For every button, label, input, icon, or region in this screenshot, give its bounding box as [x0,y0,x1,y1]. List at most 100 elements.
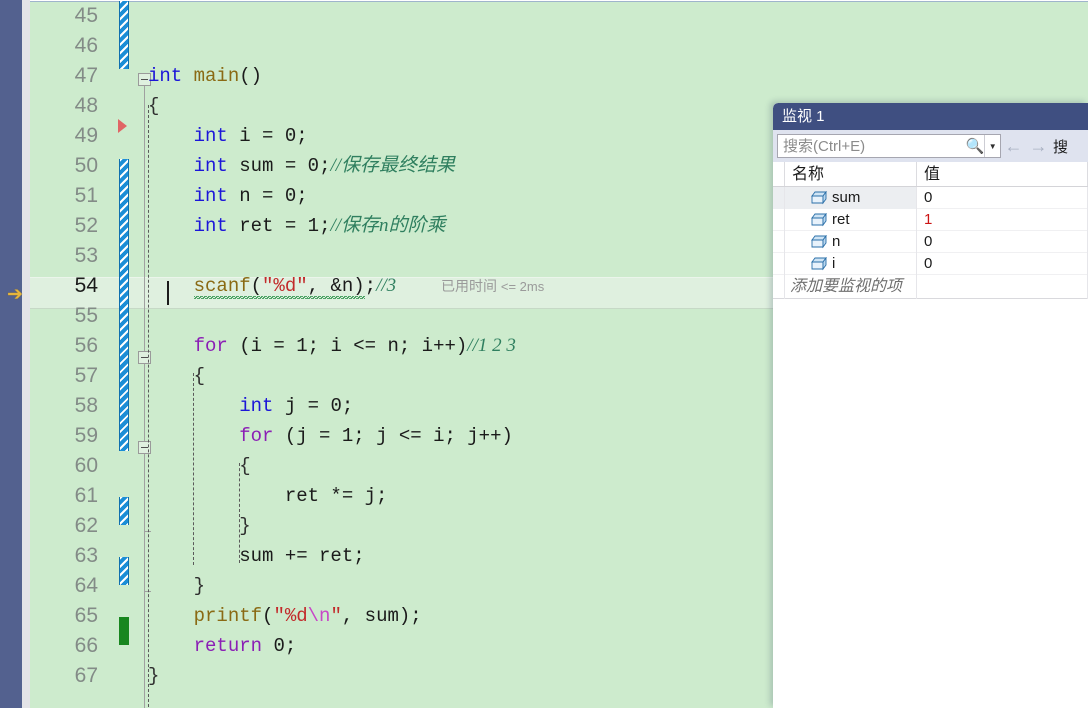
code-token: j = [273,395,331,417]
code-token: return [193,635,263,657]
line-number: 46 [74,34,98,57]
watch-grid[interactable]: 名称 值 sum 0 ret 1 n0 i0 添加要监视的项 [773,162,1088,299]
code-token: int [193,185,228,207]
watch-name-cell[interactable]: i [785,252,917,275]
search-icon[interactable]: 🔍 [966,135,985,157]
watch-row[interactable]: ret 1 [773,208,1088,231]
header-gutter-spacer [773,162,785,186]
code-token: for [193,335,228,357]
variable-cube-icon [811,212,827,226]
code-token: ; [319,215,331,237]
watch-value-cell[interactable]: 0 [917,252,1088,275]
watch-value-cell[interactable]: 0 [917,186,1088,209]
add-watch-placeholder[interactable]: 添加要监视的项 [785,274,917,299]
code-token: { [148,95,160,117]
code-token: ; j <= i; j++) [353,425,513,447]
code-token: ; [284,635,297,657]
change-bar-unsaved [119,159,129,451]
elapsed-time-label: 已用时间 [441,278,501,294]
add-watch-value-cell[interactable] [917,274,1088,299]
code-token: ; [296,125,308,147]
code-token: ; [410,605,422,627]
line-number: 67 [74,664,98,687]
code-token: , sum) [341,605,411,627]
breakpoint-gutter[interactable] [22,0,30,708]
line-number: 64 [74,574,98,597]
watch-value-cell[interactable]: 1 [917,208,1088,231]
code-token: , [307,275,331,299]
watch-window-panel[interactable]: 监视 1 🔍 ▼ ← → 搜 名称 值 sum0 ret1 n0 i0 [773,103,1088,708]
code-token: //1 2 3 [467,335,516,356]
change-bar-column [118,1,132,708]
line-number: 55 [74,304,98,327]
line-number: 51 [74,184,98,207]
code-token: } [148,515,251,537]
code-token: ; i <= n; i++) [307,335,468,357]
search-prev-button[interactable]: ← [1001,133,1026,159]
window-left-edge-strip [0,0,22,708]
line-number: 59 [74,424,98,447]
search-box[interactable]: 🔍 ▼ [777,134,1001,158]
elapsed-time-annotation: 已用时间 <= 2ms [441,271,544,302]
watch-value-cell[interactable]: 0 [917,230,1088,253]
search-input[interactable] [778,137,966,155]
code-line[interactable]: int main() [148,61,1088,91]
watch-name-cell[interactable]: n [785,230,917,253]
line-number: 54 [74,274,98,297]
code-token: } [148,575,206,597]
code-token: sum = [227,155,308,177]
chevron-down-icon[interactable]: ▼ [984,135,1000,157]
code-token: 1 [307,215,320,237]
code-token: int [239,395,274,417]
watch-variable-name: i [832,255,836,272]
line-number-column: 45 46 47 48 49 50 51 52 53 54 55 56 57 58 59 60 61 62 63 64… [30,1,108,691]
line-number: 52 [74,214,98,237]
variable-cube-icon [811,190,827,204]
line-number: 65 [74,604,98,627]
search-next-button[interactable]: → [1026,133,1051,159]
outline-guide [144,86,145,564]
row-gutter [773,230,785,253]
code-token: &n [330,275,354,299]
column-header-name[interactable]: 名称 [785,162,917,186]
code-token: 0 [273,635,285,657]
line-number: 47 [74,64,98,87]
code-token: 0 [307,155,320,177]
code-line[interactable] [148,31,1088,61]
watch-toolbar[interactable]: 🔍 ▼ ← → 搜 [773,130,1088,162]
code-token: main [193,65,240,87]
code-token: ; [319,155,331,177]
line-number: 49 [74,124,98,147]
line-number: 50 [74,154,98,177]
watch-name-cell[interactable]: sum [785,186,917,209]
line-number: 58 [74,394,98,417]
line-number: 56 [74,334,98,357]
change-bar-saved [119,617,129,645]
watch-variable-name: n [832,233,841,250]
watch-name-cell[interactable]: ret [785,208,917,231]
elapsed-time-value: <= 2ms [500,279,545,294]
variable-cube-icon [811,234,827,248]
watch-row[interactable]: n0 [773,230,1088,253]
code-token: ; [296,185,308,207]
line-number: 62 [74,514,98,537]
watch-row[interactable]: i0 [773,252,1088,275]
code-token: (j = [273,425,342,447]
code-token: } [148,665,160,687]
watch-grid-header: 名称 值 [773,162,1088,187]
column-header-value[interactable]: 值 [917,162,1088,186]
code-token: "%d [273,605,308,627]
change-bar-unsaved [119,557,129,585]
code-line[interactable] [148,1,1088,31]
watch-row[interactable]: sum 0 [773,186,1088,209]
code-token: ; [364,275,377,297]
code-token: int [193,155,228,177]
code-token: n = [227,185,285,207]
visual-studio-debug-window: ➔ 45 46 47 48 49 50 51 52 53 54 55 56 57 58 59 60 61 62 63… [0,0,1088,708]
code-token: int [148,65,183,87]
code-token: int [193,125,228,147]
add-watch-row[interactable]: 添加要监视的项 [773,274,1088,299]
code-token: ; [341,395,354,417]
